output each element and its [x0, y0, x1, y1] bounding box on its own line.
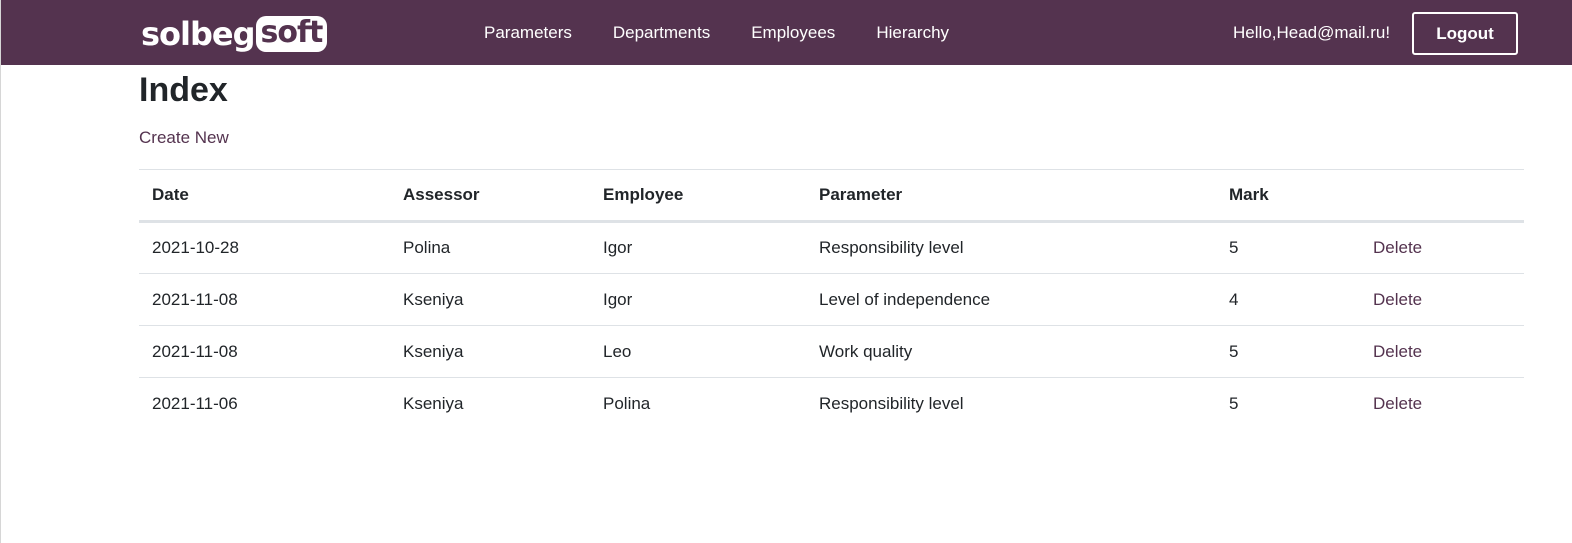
cell-parameter: Work quality	[819, 341, 913, 361]
cell-actions: Delete	[1360, 378, 1524, 430]
logout-button[interactable]: Logout	[1412, 12, 1518, 55]
cell-mark: 4	[1229, 289, 1239, 309]
cell-date: 2021-11-06	[152, 393, 238, 413]
cell-employee: Igor	[603, 289, 633, 309]
header-parameter: Parameter	[819, 185, 903, 204]
page-title: Index	[139, 71, 228, 109]
cell-parameter: Responsibility level	[819, 238, 964, 257]
delete-link[interactable]: Delete	[1373, 238, 1422, 257]
header-actions	[1360, 170, 1524, 222]
nav-parameters-link[interactable]: Parameters	[484, 23, 572, 43]
header-assessor: Assessor	[403, 185, 480, 204]
brand-logo[interactable]: solbeg soft	[141, 12, 328, 56]
table-header: Date Assessor Employee Parameter Mark	[139, 169, 1524, 222]
cell-date: 2021-11-08	[152, 341, 238, 361]
cell-employee: Igor	[603, 238, 633, 257]
header-mark: Mark	[1229, 185, 1269, 204]
delete-link[interactable]: Delete	[1373, 290, 1422, 309]
cell-employee: Leo	[603, 341, 632, 361]
cell-assessor: Kseniya	[403, 393, 464, 413]
header-date: Date	[152, 185, 189, 204]
brand-logo-right-text: soft	[255, 16, 328, 52]
cell-assessor: Polina	[403, 238, 451, 257]
delete-link[interactable]: Delete	[1373, 342, 1422, 361]
main-nav: Parameters Departments Employees Hierarc…	[484, 0, 990, 65]
cell-mark: 5	[1229, 238, 1239, 257]
table-header-row: Date Assessor Employee Parameter Mark	[139, 169, 1524, 222]
table-row: 2021-10-28 Polina Igor Responsibility le…	[139, 222, 1524, 274]
nav-departments-link[interactable]: Departments	[613, 23, 710, 43]
cell-assessor: Kseniya	[403, 341, 464, 361]
nav-employees-link[interactable]: Employees	[751, 23, 835, 43]
cell-mark: 5	[1229, 393, 1239, 413]
table-body: 2021-10-28 Polina Igor Responsibility le…	[139, 222, 1524, 430]
cell-actions: Delete	[1360, 274, 1524, 326]
header-employee: Employee	[603, 185, 684, 204]
cell-actions: Delete	[1360, 326, 1524, 378]
cell-parameter: Level of independence	[819, 289, 991, 309]
delete-link[interactable]: Delete	[1373, 394, 1422, 413]
cell-employee: Polina	[603, 393, 651, 413]
assessments-table: Date Assessor Employee Parameter Mark 20…	[139, 169, 1524, 430]
brand-logo-left-text: solbeg	[141, 15, 256, 53]
cell-actions: Delete	[1360, 222, 1524, 274]
table-row: 2021-11-08 Kseniya Igor Level of indepen…	[139, 274, 1524, 326]
nav-hierarchy-link[interactable]: Hierarchy	[876, 23, 949, 43]
user-greeting: Hello,Head@mail.ru!	[1233, 23, 1391, 42]
top-navbar: solbeg soft Parameters Departments Emplo…	[1, 0, 1572, 65]
create-new-link[interactable]: Create New	[139, 128, 229, 148]
cell-assessor: Kseniya	[403, 289, 464, 309]
cell-date: 2021-10-28	[152, 238, 239, 257]
table-row: 2021-11-08 Kseniya Leo Work quality 5 De…	[139, 326, 1524, 378]
table-row: 2021-11-06 Kseniya Polina Responsibility…	[139, 378, 1524, 430]
cell-date: 2021-11-08	[152, 289, 238, 309]
cell-parameter: Responsibility level	[819, 393, 964, 413]
cell-mark: 5	[1229, 341, 1239, 361]
